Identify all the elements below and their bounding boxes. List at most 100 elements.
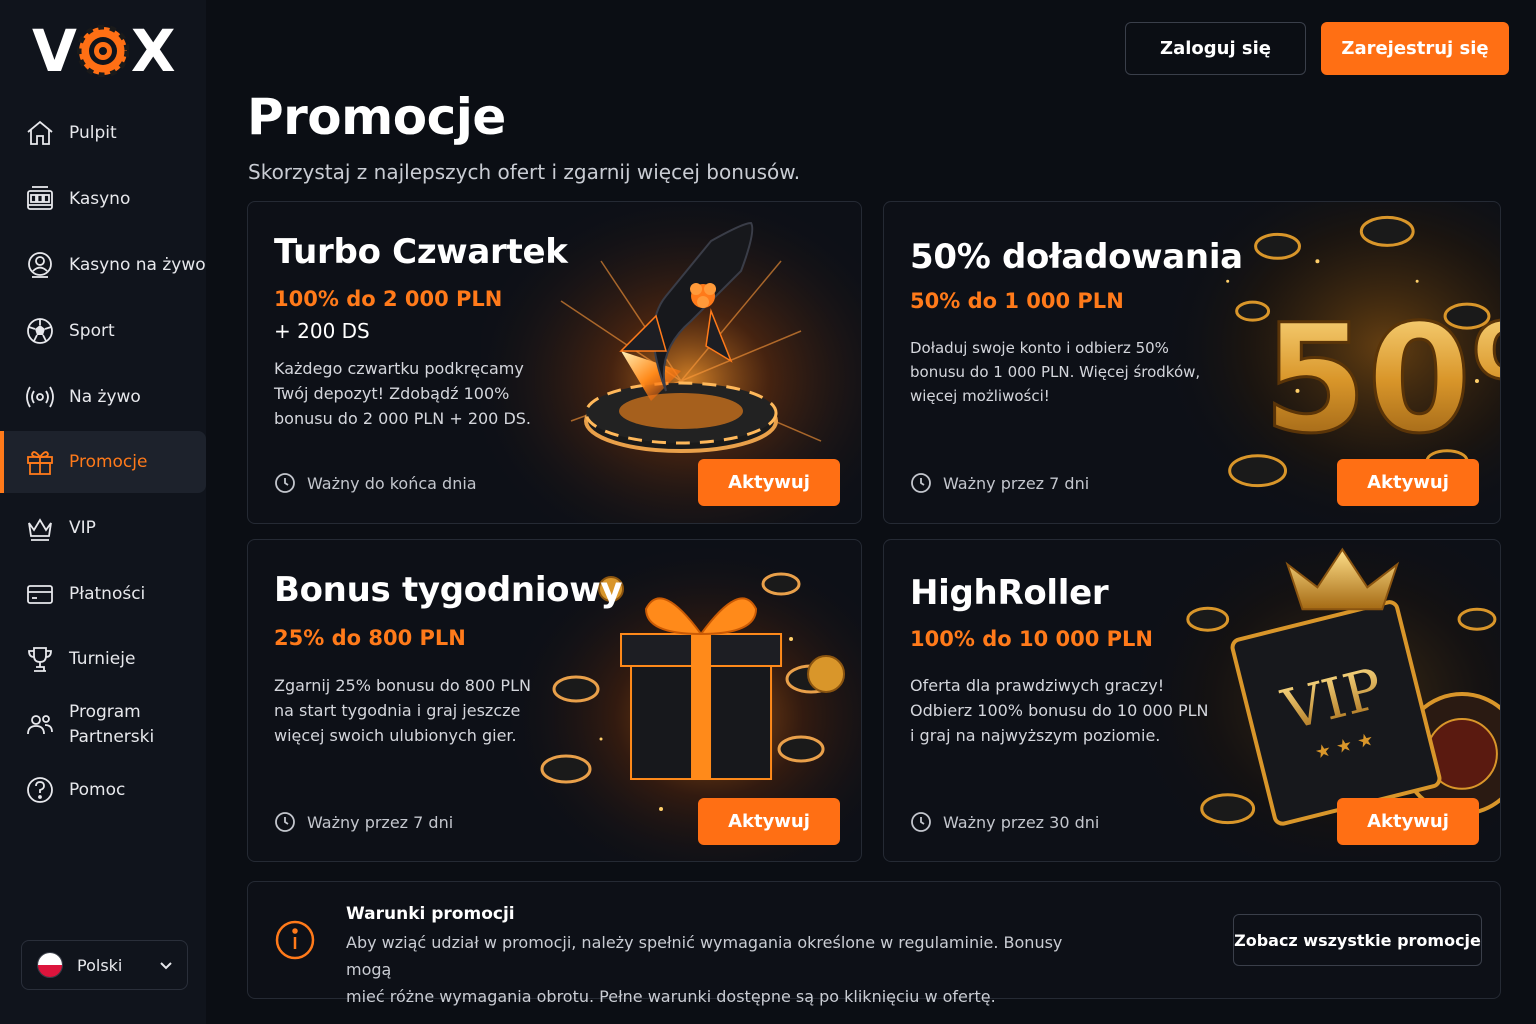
clock-icon (275, 812, 295, 832)
terms-text-line: Aby wziąć udział w promocji, należy speł… (346, 933, 1063, 979)
sidebar-item-kasyno[interactable]: Kasyno (0, 168, 206, 230)
chevron-down-icon (160, 962, 172, 970)
promo-description-line: i graj na najwyższym poziomie. (910, 726, 1161, 745)
sidebar-item-label: VIP (69, 518, 96, 538)
promo-bonus: 100% do 2 000 PLN (274, 287, 503, 311)
help-icon (24, 774, 56, 806)
sidebar-item-label: Na żywo (69, 387, 141, 407)
vox-logo[interactable]: V X (32, 17, 176, 85)
promo-card-50-doladowania[interactable]: 50% 50% doładowania 50% do 1 000 PLN Doł… (883, 201, 1501, 524)
language-label: Polski (77, 955, 123, 975)
promo-validity: Ważny przez 7 dni (910, 472, 1089, 494)
promo-card-bonus-tygodniowy[interactable]: Bonus tygodniowy 25% do 800 PLN Zgarnij … (247, 539, 862, 862)
sidebar-item-label-line2: Partnerski (69, 727, 155, 747)
sidebar-item-sport[interactable]: Sport (0, 300, 206, 362)
login-button[interactable]: Zaloguj się (1125, 22, 1306, 75)
promo-validity: Ważny do końca dnia (274, 472, 477, 494)
slot-machine-icon (24, 183, 56, 215)
roulette-wheel-icon (76, 25, 129, 77)
promo-validity-text: Ważny przez 30 dni (943, 812, 1100, 832)
promo-validity: Ważny przez 7 dni (274, 811, 453, 833)
promo-description: Każdego czwartku podkręcamy Twój depozyt… (274, 356, 531, 431)
promo-card-highroller[interactable]: VIP ★ ★ ★ HighRoller 100% do 10 000 PLN … (883, 539, 1501, 862)
promo-description-line: Twój depozyt! Zdobądź 100% (274, 384, 510, 403)
sidebar: V X Pulpit Kasyno Kasyno na żywo Sport N… (0, 0, 206, 1024)
sidebar-item-platnosci[interactable]: Płatności (0, 563, 206, 625)
promo-description: Oferta dla prawdziwych graczy! Odbierz 1… (910, 673, 1209, 748)
promo-description: Zgarnij 25% bonusu do 800 PLN na start t… (274, 673, 531, 748)
language-selector[interactable]: Polski (21, 940, 188, 990)
promo-bonus: 25% do 800 PLN (274, 626, 466, 650)
promo-title: Turbo Czwartek (274, 232, 568, 272)
register-button[interactable]: Zarejestruj się (1321, 22, 1509, 75)
page-title: Promocje (247, 88, 506, 146)
live-dealer-icon (24, 249, 56, 281)
promo-description-line: bonusu do 1 000 PLN. Więcej środków, (910, 363, 1201, 381)
info-icon (275, 920, 315, 960)
flag-pl-icon (37, 952, 63, 978)
sidebar-item-label: Sport (69, 321, 115, 341)
promo-title: HighRoller (910, 573, 1109, 613)
trophy-icon (24, 643, 56, 675)
sidebar-item-label-line1: Program (69, 702, 141, 722)
sidebar-item-label: Turnieje (69, 649, 136, 669)
promo-validity-text: Ważny przez 7 dni (307, 812, 454, 832)
promo-validity-text: Ważny przez 7 dni (943, 473, 1090, 493)
activate-button[interactable]: Aktywuj (1337, 459, 1479, 506)
sidebar-item-label: Płatności (69, 584, 146, 604)
promo-description: Doładuj swoje konto i odbierz 50% bonusu… (910, 336, 1200, 408)
promo-description-line: na start tygodnia i graj jeszcze (274, 701, 521, 720)
promo-description-line: Odbierz 100% bonusu do 10 000 PLN (910, 701, 1209, 720)
promo-description-line: więcej swoich ulubionych gier. (274, 726, 517, 745)
sidebar-item-turnieje[interactable]: Turnieje (0, 628, 206, 690)
promo-title: 50% doładowania (910, 237, 1243, 277)
sidebar-item-na-zywo[interactable]: Na żywo (0, 366, 206, 428)
gift-icon (24, 446, 56, 478)
sidebar-item-label: Pomoc (69, 780, 126, 800)
home-icon (24, 117, 56, 149)
activate-button[interactable]: Aktywuj (1337, 798, 1479, 845)
logo-letter-x: X (130, 17, 176, 85)
promo-terms-panel: Warunki promocji Aby wziąć udział w prom… (247, 881, 1501, 1006)
clock-icon (911, 473, 931, 493)
promo-validity-text: Ważny do końca dnia (307, 473, 477, 493)
sidebar-item-kasyno-na-zywo[interactable]: Kasyno na żywo (0, 234, 206, 296)
terms-text-line: mieć różne wymagania obrotu. Pełne warun… (346, 987, 996, 1006)
sidebar-item-program-partnerski[interactable]: Program Partnerski (0, 694, 206, 756)
promo-description-line: Oferta dla prawdziwych graczy! (910, 676, 1165, 695)
promo-validity: Ważny przez 30 dni (910, 811, 1099, 833)
crown-icon (24, 512, 56, 544)
promo-card-turbo-czwartek[interactable]: Turbo Czwartek 100% do 2 000 PLN + 200 D… (247, 201, 862, 524)
broadcast-icon (24, 381, 56, 413)
clock-icon (911, 812, 931, 832)
promo-extra: + 200 DS (274, 319, 370, 343)
logo-letter-v: V (32, 17, 77, 85)
promo-title: Bonus tygodniowy (274, 570, 623, 610)
activate-button[interactable]: Aktywuj (698, 459, 840, 506)
see-all-promotions-button[interactable]: Zobacz wszystkie promocje (1233, 914, 1482, 966)
sidebar-item-label: Kasyno (69, 189, 131, 209)
terms-text: Aby wziąć udział w promocji, należy speł… (346, 929, 1066, 1010)
sidebar-item-pomoc[interactable]: Pomoc (0, 759, 206, 821)
page-subtitle: Skorzystaj z najlepszych ofert i zgarnij… (248, 160, 801, 184)
soccer-ball-icon (24, 315, 56, 347)
terms-title: Warunki promocji (346, 904, 515, 924)
promo-description-line: Każdego czwartku podkręcamy (274, 359, 524, 378)
promo-description-line: Zgarnij 25% bonusu do 800 PLN (274, 676, 531, 695)
sidebar-item-promocje[interactable]: Promocje (0, 431, 206, 493)
sidebar-item-label: Kasyno na żywo (69, 255, 206, 275)
promo-description-line: więcej możliwości! (910, 387, 1050, 405)
card-icon (24, 578, 56, 610)
activate-button[interactable]: Aktywuj (698, 798, 840, 845)
promo-description-line: bonusu do 2 000 PLN + 200 DS. (274, 409, 532, 428)
promo-bonus: 100% do 10 000 PLN (910, 627, 1153, 651)
promo-bonus: 50% do 1 000 PLN (910, 289, 1124, 313)
sidebar-item-vip[interactable]: VIP (0, 497, 206, 559)
sidebar-item-label: Promocje (69, 452, 148, 472)
sidebar-item-pulpit[interactable]: Pulpit (0, 102, 206, 164)
sidebar-item-label: Program Partnerski (69, 700, 154, 750)
promo-description-line: Doładuj swoje konto i odbierz 50% (910, 339, 1169, 357)
sidebar-item-label: Pulpit (69, 123, 117, 143)
users-icon (24, 709, 56, 741)
clock-icon (275, 473, 295, 493)
